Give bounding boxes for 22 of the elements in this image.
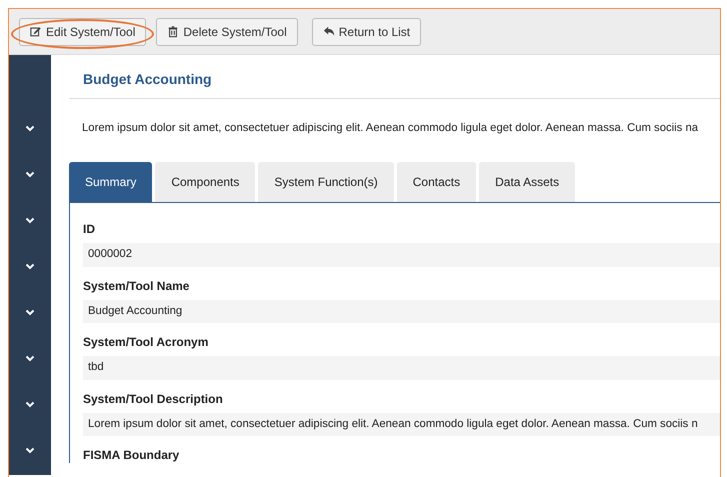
field-label: System/Tool Description bbox=[83, 390, 224, 407]
field-value: 0000002 bbox=[83, 243, 720, 267]
pencil-square-icon bbox=[30, 25, 42, 38]
tab[interactable]: Summary bbox=[69, 162, 152, 202]
toolbar-button[interactable]: Edit System/Tool bbox=[19, 18, 146, 46]
toolbar-button[interactable]: Return to List bbox=[312, 18, 422, 46]
page-title: Budget Accounting bbox=[69, 55, 720, 99]
field-label: System/Tool Name bbox=[83, 278, 190, 294]
tab[interactable]: System Function(s) bbox=[258, 162, 394, 202]
tab[interactable]: Components bbox=[155, 162, 256, 202]
description-text: Lorem ipsum dolor sit amet, consectetuer adipiscing elit. Aenean commodo ligula eget dolor. Aenean massa. Cum sociis na bbox=[81, 120, 700, 136]
field-label: FISMA Boundary bbox=[83, 446, 180, 464]
tab[interactable]: Data Assets bbox=[479, 162, 576, 202]
tab[interactable]: Contacts bbox=[396, 162, 476, 202]
toolbar-button[interactable]: Delete System/Tool bbox=[156, 18, 298, 46]
field-value: Budget Accounting bbox=[83, 300, 720, 324]
field-value: tbd bbox=[83, 356, 720, 380]
reply-arrow-icon bbox=[322, 25, 335, 38]
field-value: Lorem ipsum dolor sit amet, consectetuer adipiscing elit. Aenean commodo ligula eget dolor. Aenean massa. Cum sociis n bbox=[83, 412, 720, 436]
field-label: System/Tool Acronym bbox=[83, 334, 210, 350]
field-label: ID bbox=[83, 221, 96, 238]
trash-icon bbox=[167, 25, 180, 38]
